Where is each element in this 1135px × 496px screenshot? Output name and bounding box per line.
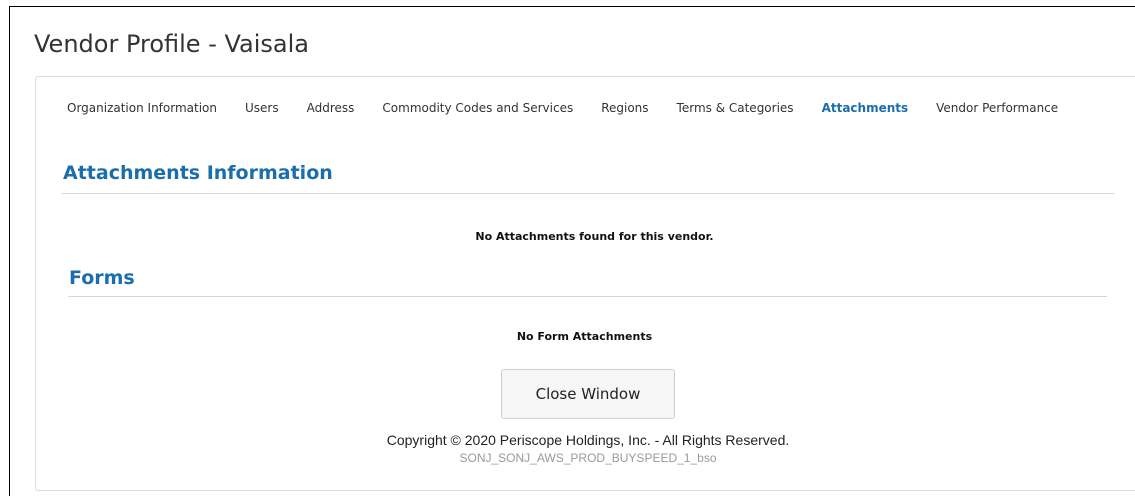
forms-empty-message: No Form Attachments bbox=[516, 330, 653, 343]
forms-divider bbox=[68, 296, 1107, 297]
tab-users[interactable]: Users bbox=[245, 101, 279, 115]
server-id-text: SONJ_SONJ_AWS_PROD_BUYSPEED_1_bso bbox=[459, 451, 717, 465]
attachments-divider bbox=[62, 193, 1114, 194]
tab-regions[interactable]: Regions bbox=[601, 101, 648, 115]
tab-attachments[interactable]: Attachments bbox=[822, 101, 909, 115]
tab-address[interactable]: Address bbox=[307, 101, 355, 115]
attachments-empty-message: No Attachments found for this vendor. bbox=[475, 230, 714, 243]
content-panel bbox=[35, 76, 1135, 491]
close-window-button[interactable]: Close Window bbox=[501, 369, 675, 419]
tab-terms-categories[interactable]: Terms & Categories bbox=[677, 101, 794, 115]
attachments-heading: Attachments Information bbox=[63, 162, 333, 184]
tab-bar: Organization Information Users Address C… bbox=[67, 100, 1086, 116]
tab-organization-information[interactable]: Organization Information bbox=[67, 101, 217, 115]
copyright-text: Copyright © 2020 Periscope Holdings, Inc… bbox=[386, 432, 790, 448]
tab-vendor-performance[interactable]: Vendor Performance bbox=[936, 101, 1058, 115]
page-title: Vendor Profile - Vaisala bbox=[34, 30, 310, 58]
forms-heading: Forms bbox=[69, 267, 135, 289]
tab-commodity-codes[interactable]: Commodity Codes and Services bbox=[382, 101, 573, 115]
